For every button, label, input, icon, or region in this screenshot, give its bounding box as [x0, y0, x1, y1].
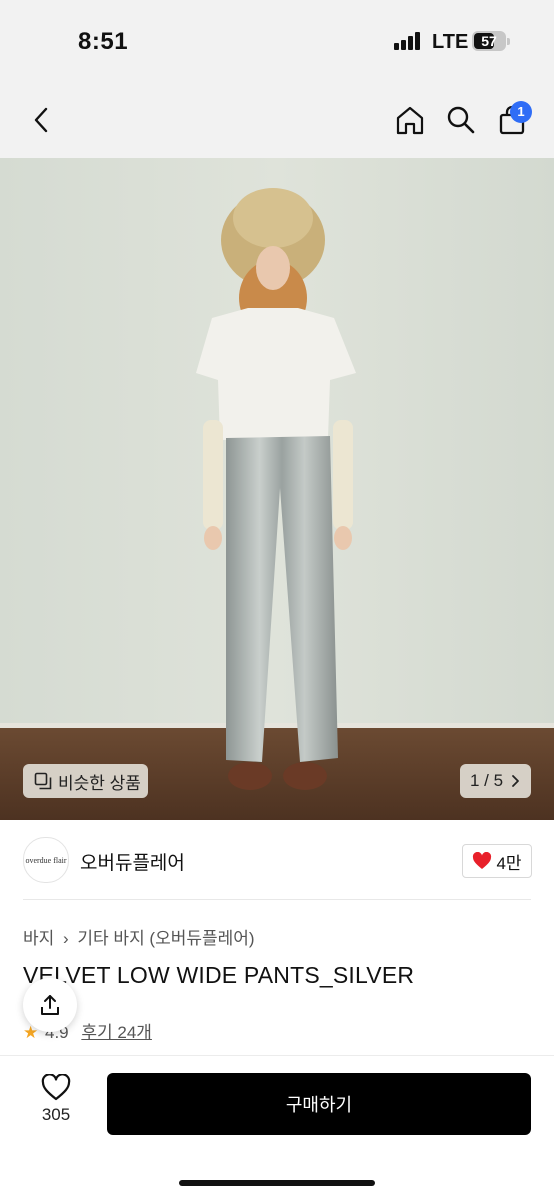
signal-icon [394, 32, 424, 50]
heart-filled-icon [473, 852, 492, 869]
home-indicator[interactable] [179, 1180, 375, 1186]
chevron-right-icon [512, 775, 519, 787]
review-link[interactable]: 후기 24개 [81, 1023, 152, 1042]
buy-button[interactable]: 구매하기 [107, 1073, 531, 1135]
product-title: VELVET LOW WIDE PANTS_SILVER [23, 962, 415, 988]
similar-products-button[interactable]: 비슷한 상품 [23, 764, 148, 798]
brand-logo-text: overdue flair [25, 855, 67, 865]
breadcrumb-separator-icon: › [63, 929, 69, 948]
product-photo-illustration [0, 158, 554, 820]
search-button[interactable] [443, 102, 479, 138]
breadcrumb: 바지 › 기타 바지 (오버듀플레어) [23, 924, 255, 949]
share-icon [41, 995, 59, 1015]
breadcrumb-category[interactable]: 바지 [23, 929, 54, 948]
home-icon [396, 106, 424, 135]
divider [23, 899, 531, 900]
brand-like-button[interactable]: 4만 [462, 844, 532, 878]
network-label: LTE [432, 31, 469, 53]
gallery-pager[interactable]: 1 / 5 [460, 764, 531, 798]
heart-outline-icon [41, 1074, 71, 1101]
brand-name[interactable]: 오버듀플레어 [80, 848, 185, 875]
brand-like-count: 4만 [496, 853, 522, 873]
cart-badge: 1 [510, 101, 532, 123]
share-button[interactable] [23, 978, 77, 1032]
battery-level: 57 [481, 33, 497, 49]
home-button[interactable] [392, 102, 428, 138]
breadcrumb-subcategory[interactable]: 기타 바지 (오버듀플레어) [77, 929, 254, 948]
chevron-left-icon [34, 107, 48, 133]
battery-icon: 57 [472, 31, 510, 51]
search-icon [447, 106, 475, 134]
wishlist-button[interactable]: 305 [26, 1074, 86, 1134]
wishlist-count: 305 [41, 1105, 71, 1124]
back-button[interactable] [24, 102, 58, 138]
copy-icon [34, 772, 52, 790]
similar-products-label: 비슷한 상품 [58, 773, 141, 793]
brand-logo[interactable]: overdue flair [23, 837, 69, 883]
status-time: 8:51 [78, 28, 129, 55]
product-image[interactable] [0, 158, 554, 820]
page-indicator: 1 / 5 [470, 771, 504, 790]
